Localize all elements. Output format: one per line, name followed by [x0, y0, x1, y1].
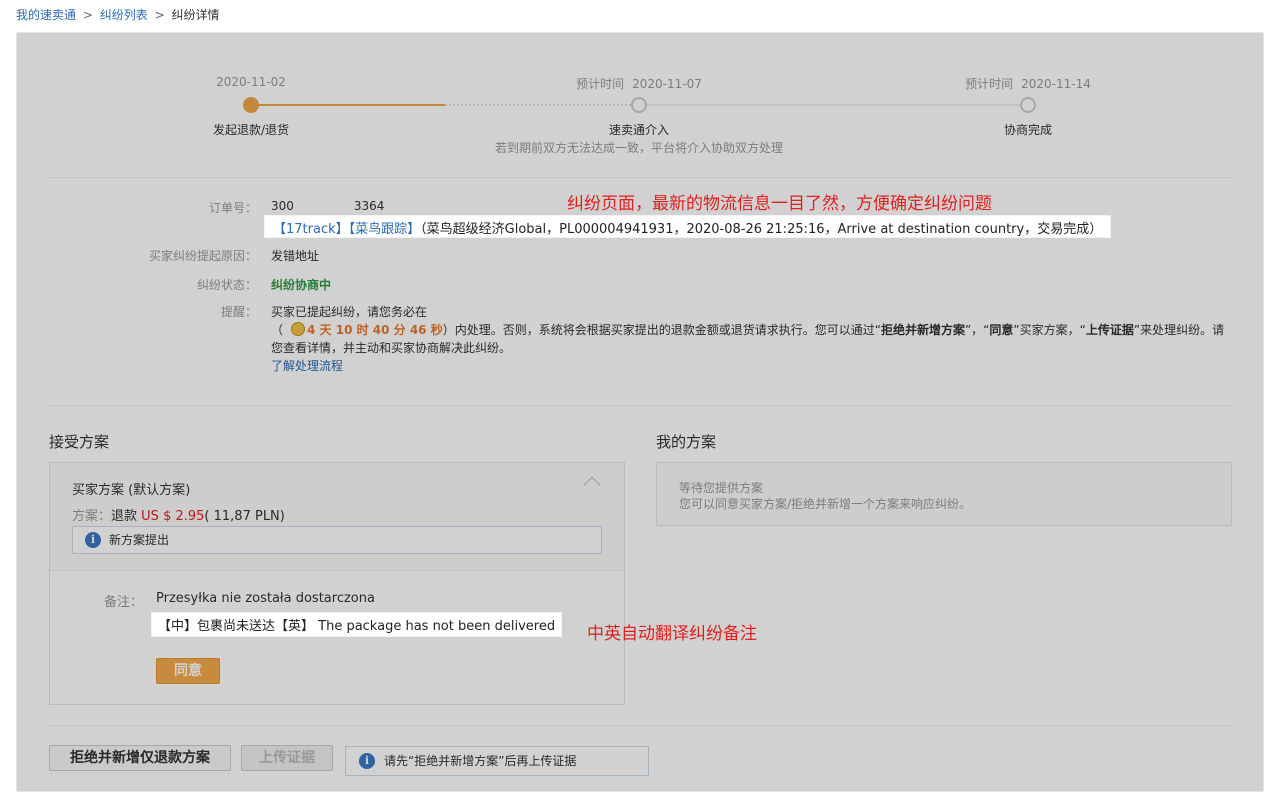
reject-add-refund-plan-button[interactable]: 拒绝并新增仅退款方案: [49, 745, 231, 771]
buyer-plan-title: 买家方案 (默认方案): [72, 483, 191, 498]
my-section-title: 我的方案: [656, 433, 717, 451]
remind-line2: （4 天 10 时 40 分 46 秒）内处理。否则，系统将会根据买家提出的退款…: [271, 322, 1225, 355]
step-3-dot: [1020, 97, 1036, 113]
status-value: 纠纷协商中: [271, 278, 332, 292]
reason-label: 买家纠纷提起原因：: [148, 249, 257, 263]
annotation-translation: 中英自动翻译纠纷备注: [587, 624, 757, 644]
breadcrumb-current: 纠纷详情: [171, 8, 220, 22]
step-1-dot: [243, 97, 259, 113]
remark-label: 备注：: [104, 595, 144, 610]
refund-amount: US $ 2.95: [141, 509, 205, 524]
info-icon: i: [85, 532, 101, 548]
step-1-date: 2020-11-02: [216, 75, 286, 89]
step-3-date: 预计时间 2020-11-14: [965, 77, 1091, 91]
divider: [47, 177, 1233, 178]
order-number: 300 3364: [271, 199, 385, 213]
chevron-up-icon[interactable]: [583, 476, 601, 494]
progress-steps: 2020-11-02 预计时间 2020-11-07 预计时间 2020-11-14…: [17, 33, 1263, 173]
step-2-name: 速卖通介入: [608, 123, 670, 137]
breadcrumb: 我的速卖通 > 纠纷列表 > 纠纷详情: [16, 6, 219, 23]
status-label: 纠纷状态：: [196, 278, 257, 292]
accept-section-title: 接受方案: [49, 433, 110, 451]
progress-line-dashed: [445, 104, 631, 106]
countdown: 4 天 10 时 40 分 46 秒: [307, 323, 443, 337]
link-cainiao-track[interactable]: 【菜鸟跟踪】: [349, 222, 421, 237]
upload-notice: i 请先“拒绝并新增方案”后再上传证据: [345, 746, 649, 776]
step-2-dot: [631, 97, 647, 113]
buyer-plan-detail: 方案：退款 US $ 2.95( 11,87 PLN): [72, 509, 285, 524]
info-icon: i: [359, 753, 375, 769]
step-2-note: 若到期前双方无法达成一致，平台将介入协助双方处理: [494, 141, 784, 155]
annotation-logistics: 纠纷页面，最新的物流信息一目了然，方便确定纠纷问题: [567, 194, 992, 214]
new-plan-notice: i 新方案提出: [72, 526, 602, 554]
breadcrumb-sep: >: [154, 8, 165, 22]
buyer-plan-box: 买家方案 (默认方案) 方案：退款 US $ 2.95( 11,87 PLN) …: [49, 462, 625, 705]
breadcrumb-list[interactable]: 纠纷列表: [100, 8, 148, 22]
divider: [47, 405, 1233, 406]
dispute-detail-panel: 2020-11-02 预计时间 2020-11-07 预计时间 2020-11-14…: [16, 32, 1264, 792]
my-plan-box: 等待您提供方案 您可以同意买家方案/拒绝并新增一个方案来响应纠纷。: [656, 462, 1232, 526]
reason-value: 发错地址: [271, 249, 320, 263]
step-1-name: 发起退款/退货: [212, 123, 290, 137]
divider: [47, 725, 1233, 726]
remark-translation: 【中】包裹尚未送达【英】 The package has not been de…: [152, 613, 562, 636]
buyer-plan-header: 买家方案 (默认方案) 方案：退款 US $ 2.95( 11,87 PLN) …: [50, 463, 624, 571]
remark-original: Przesyłka nie została dostarczona: [156, 591, 375, 606]
remind-label: 提醒：: [220, 305, 257, 319]
link-17track[interactable]: 【17track】: [273, 222, 349, 237]
progress-line-pending: [647, 104, 1021, 106]
tracking-info: 【17track】【菜鸟跟踪】（菜鸟超级经济Global，PL000004941…: [265, 216, 1111, 237]
my-plan-waiting: 等待您提供方案: [679, 481, 764, 495]
agree-button[interactable]: 同意: [156, 658, 220, 684]
upload-evidence-button[interactable]: 上传证据: [241, 745, 333, 771]
breadcrumb-sep: >: [82, 8, 93, 22]
step-2-date: 预计时间 2020-11-07: [576, 77, 702, 91]
step-3-name: 协商完成: [1003, 123, 1053, 137]
progress-line-done: [251, 104, 445, 106]
breadcrumb-home[interactable]: 我的速卖通: [16, 8, 76, 22]
my-plan-hint: 您可以同意买家方案/拒绝并新增一个方案来响应纠纷。: [679, 497, 972, 511]
learn-process-link[interactable]: 了解处理流程: [271, 359, 343, 373]
order-label: 订单号：: [208, 201, 257, 215]
clock-icon: [291, 322, 306, 336]
remind-text: 买家已提起纠纷，请您务必在 （4 天 10 时 40 分 46 秒）内处理。否则…: [271, 303, 1235, 375]
remind-line1: 买家已提起纠纷，请您务必在: [271, 305, 428, 319]
tracking-detail: （菜鸟超级经济Global，PL000004941931，2020-08-26 …: [420, 222, 1103, 237]
